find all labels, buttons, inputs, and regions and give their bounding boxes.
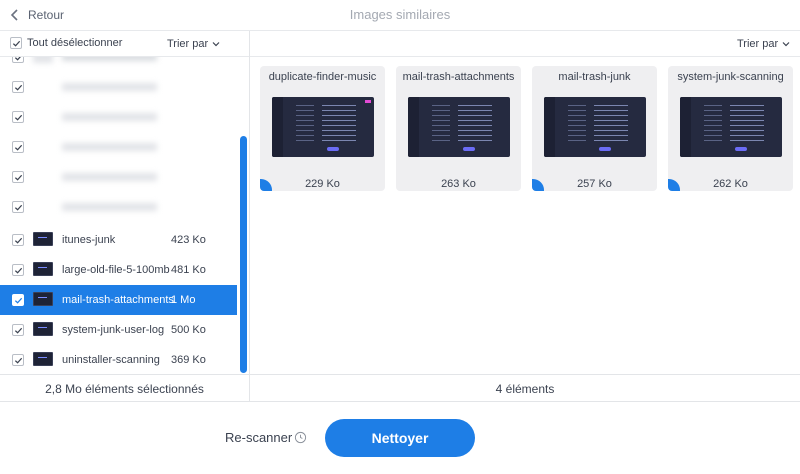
screenshot-thumbnail xyxy=(272,97,374,157)
toolbar: Tout désélectionner Trier par Trier par xyxy=(0,30,800,57)
list-item[interactable]: uninstaller-scanning 369 Ko xyxy=(0,345,237,374)
thumbnail xyxy=(33,57,53,63)
selected-summary: 2,8 Mo éléments sélectionnés xyxy=(45,382,204,396)
header: Retour Images similaires xyxy=(0,0,800,30)
card-title: system-junk-scanning xyxy=(677,71,784,83)
checkbox[interactable] xyxy=(12,81,24,93)
card-size: 257 Ko xyxy=(577,178,612,190)
blurred-name xyxy=(62,173,157,181)
checkmark-icon xyxy=(12,40,20,47)
sort-dropdown-list[interactable]: Trier par xyxy=(167,38,220,50)
file-name: system-junk-user-log xyxy=(62,324,165,336)
checkmark-icon xyxy=(14,357,22,364)
list-item[interactable]: itunes-junk 423 Ko xyxy=(0,225,237,255)
sort-label: Trier par xyxy=(737,38,779,50)
chevron-down-icon xyxy=(212,42,220,47)
checkbox[interactable] xyxy=(12,324,24,336)
checkmark-icon xyxy=(14,57,20,61)
checkmark-icon xyxy=(14,174,22,181)
file-name: uninstaller-scanning xyxy=(62,354,160,366)
list-item-selected[interactable]: mail-trash-attachments 1 Mo xyxy=(0,285,237,315)
checkbox[interactable] xyxy=(12,264,24,276)
list-item-blurred[interactable] xyxy=(0,57,237,72)
item-count: 4 éléments xyxy=(495,382,555,396)
checkmark-icon xyxy=(14,204,22,211)
checkbox[interactable] xyxy=(12,234,24,246)
list-item-blurred[interactable] xyxy=(0,162,237,192)
checkbox[interactable] xyxy=(12,111,24,123)
thumbnail xyxy=(33,352,53,366)
rescan-label: Re-scanner xyxy=(225,430,293,445)
deselect-all-toggle[interactable]: Tout désélectionner xyxy=(10,37,122,49)
blurred-name xyxy=(62,113,157,121)
panel-divider xyxy=(249,57,250,402)
checkmark-icon xyxy=(14,84,22,91)
list-item-blurred[interactable] xyxy=(0,102,237,132)
checkmark-icon xyxy=(14,144,22,151)
card-title: duplicate-finder-music xyxy=(268,71,377,83)
blurred-name xyxy=(62,57,157,61)
clean-button[interactable]: Nettoyer xyxy=(325,419,475,457)
thumbnail xyxy=(33,262,53,276)
file-size: 369 Ko xyxy=(171,354,206,366)
checkmark-icon xyxy=(14,267,22,274)
card-size: 262 Ko xyxy=(713,178,748,190)
list-item-blurred[interactable] xyxy=(0,192,237,222)
image-card[interactable]: duplicate-finder-music 229 Ko xyxy=(260,66,385,191)
blurred-name xyxy=(62,83,157,91)
file-list: itunes-junk 423 Ko large-old-file-5-100m… xyxy=(0,57,249,374)
checkbox[interactable] xyxy=(12,57,24,63)
checkbox[interactable] xyxy=(12,141,24,153)
file-name: itunes-junk xyxy=(62,234,116,246)
checkmark-icon xyxy=(14,237,22,244)
checkmark-icon xyxy=(14,114,22,121)
thumbnail xyxy=(33,322,53,336)
thumbnail xyxy=(33,292,53,306)
image-card[interactable]: mail-trash-junk 257 Ko xyxy=(532,66,657,191)
screenshot-thumbnail xyxy=(680,97,782,157)
file-size: 423 Ko xyxy=(171,234,206,246)
checkbox[interactable] xyxy=(12,201,24,213)
chevron-down-icon xyxy=(782,42,790,47)
card-title: mail-trash-junk xyxy=(558,71,631,83)
status-bar: 2,8 Mo éléments sélectionnés 4 éléments xyxy=(0,374,800,402)
sort-dropdown-grid[interactable]: Trier par xyxy=(737,38,790,50)
checkbox[interactable] xyxy=(12,354,24,366)
checkbox[interactable] xyxy=(10,37,22,49)
refresh-icon xyxy=(295,431,307,444)
list-item[interactable]: system-junk-user-log 500 Ko xyxy=(0,315,237,345)
deselect-all-label: Tout désélectionner xyxy=(27,37,123,49)
file-size: 481 Ko xyxy=(171,264,206,276)
card-size: 263 Ko xyxy=(441,178,476,190)
screenshot-thumbnail xyxy=(408,97,510,157)
checkbox[interactable] xyxy=(12,294,24,306)
image-card[interactable]: mail-trash-attachments 263 Ko xyxy=(396,66,521,191)
file-name: large-old-file-5-100mb xyxy=(62,264,170,276)
checkmark-icon xyxy=(14,327,22,334)
list-item-blurred[interactable] xyxy=(0,132,237,162)
file-name: mail-trash-attachments xyxy=(62,294,174,306)
list-item[interactable]: large-old-file-5-100mb 481 Ko xyxy=(0,255,237,285)
image-card[interactable]: system-junk-scanning 262 Ko xyxy=(668,66,793,191)
list-scrollbar[interactable] xyxy=(240,136,247,373)
file-size: 1 Mo xyxy=(171,294,196,306)
page-title: Images similaires xyxy=(349,7,451,22)
file-size: 500 Ko xyxy=(171,324,206,336)
list-item-blurred[interactable] xyxy=(0,72,237,102)
thumbnail xyxy=(33,232,53,246)
blurred-name xyxy=(62,143,157,151)
sort-label: Trier par xyxy=(167,38,209,50)
rescan-button[interactable]: Re-scanner xyxy=(225,430,307,445)
card-size: 229 Ko xyxy=(305,178,340,190)
card-title: mail-trash-attachments xyxy=(402,71,515,83)
blurred-name xyxy=(62,203,157,211)
screenshot-thumbnail xyxy=(544,97,646,157)
toolbar-divider xyxy=(249,31,250,57)
checkbox[interactable] xyxy=(12,171,24,183)
checkmark-icon xyxy=(14,297,22,304)
